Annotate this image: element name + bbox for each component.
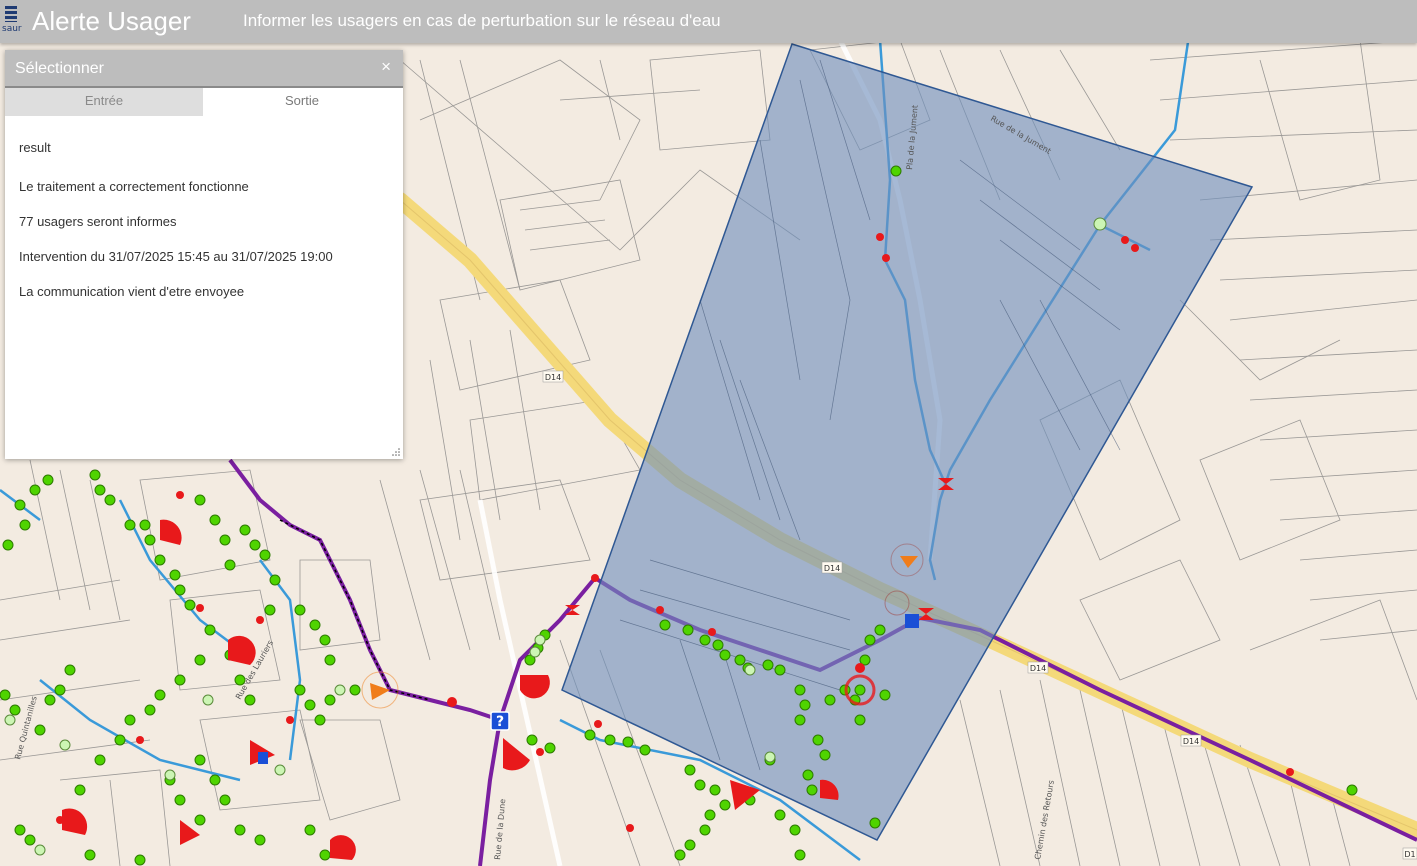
app-title: Alerte Usager	[32, 6, 191, 36]
app-header: saur Alerte Usager Informer les usagers …	[0, 0, 1417, 43]
svg-text:D14: D14	[545, 373, 561, 382]
close-button[interactable]: ×	[381, 57, 391, 77]
result-user-count: 77 usagers seront informes	[19, 214, 177, 229]
svg-text:D1: D1	[1404, 850, 1415, 859]
panel-title: Sélectionner	[15, 60, 104, 77]
result-intervention: Intervention du 31/07/2025 15:45 au 31/0…	[19, 249, 333, 264]
svg-text:D14: D14	[1183, 737, 1199, 746]
select-panel: Sélectionner × Entrée Sortie result Le t…	[5, 50, 403, 459]
app-subtitle: Informer les usagers en cas de perturbat…	[243, 11, 721, 30]
svg-text:?: ?	[496, 714, 504, 730]
result-status: Le traitement a correctement fonctionne	[19, 179, 249, 194]
panel-header: Sélectionner ×	[5, 50, 403, 88]
question-marker-icon[interactable]: ?	[490, 711, 510, 731]
saur-logo: saur	[2, 6, 22, 36]
resize-handle-icon[interactable]	[392, 448, 400, 456]
tab-sortie[interactable]: Sortie	[203, 88, 401, 116]
result-communication: La communication vient d'etre envoyee	[19, 284, 245, 299]
svg-text:D14: D14	[824, 564, 840, 573]
result-heading: result	[19, 140, 51, 155]
panel-tabs: Entrée Sortie	[5, 88, 403, 116]
result-content: result Le traitement a correctement fonc…	[5, 116, 403, 299]
tab-entree[interactable]: Entrée	[5, 88, 203, 116]
svg-text:D14: D14	[1030, 664, 1046, 673]
